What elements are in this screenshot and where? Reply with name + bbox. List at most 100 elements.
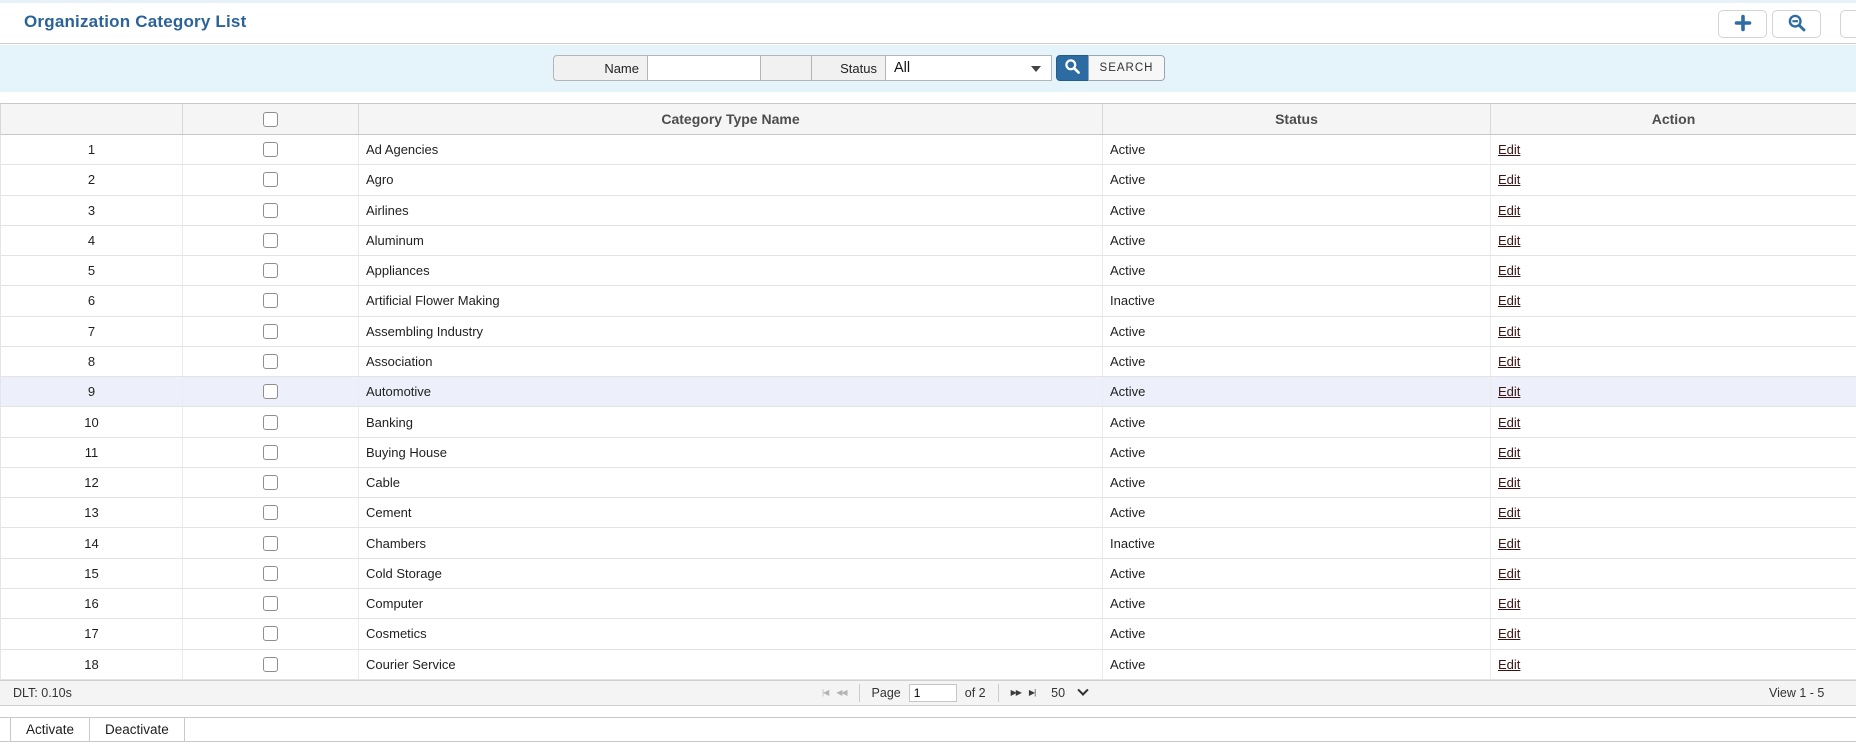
last-page-icon[interactable]: ▶| xyxy=(1029,689,1036,697)
row-checkbox[interactable] xyxy=(263,172,278,188)
edit-link[interactable]: Edit xyxy=(1498,203,1520,218)
row-number: 4 xyxy=(87,232,96,248)
rows-per-page-value: 50 xyxy=(1051,686,1066,700)
category-name: Artificial Flower Making xyxy=(366,293,500,309)
activate-button[interactable]: Activate xyxy=(10,718,91,741)
table-row[interactable]: 8 Association Active Edit xyxy=(1,346,1856,378)
row-checkbox[interactable] xyxy=(263,414,278,430)
table-row[interactable]: 4 Aluminum Active Edit xyxy=(1,225,1856,257)
edit-link[interactable]: Edit xyxy=(1498,475,1520,490)
row-checkbox[interactable] xyxy=(263,142,278,158)
row-checkbox[interactable] xyxy=(263,353,278,369)
row-number: 7 xyxy=(87,323,96,339)
row-checkbox[interactable] xyxy=(263,323,278,339)
edit-link[interactable]: Edit xyxy=(1498,384,1520,399)
edit-link[interactable]: Edit xyxy=(1498,354,1520,369)
edit-link[interactable]: Edit xyxy=(1498,172,1520,187)
page-number-input[interactable] xyxy=(908,684,957,702)
toggle-search-button[interactable] xyxy=(1772,10,1821,38)
row-number: 11 xyxy=(84,444,99,460)
next-page-icon[interactable]: ▶▶ xyxy=(1011,689,1022,697)
table-row[interactable]: 7 Assembling Industry Active Edit xyxy=(1,316,1856,347)
title-bar: Organization Category List xyxy=(0,3,1856,44)
table-row[interactable]: 18 Courier Service Active Edit xyxy=(1,649,1856,680)
row-checkbox[interactable] xyxy=(263,384,278,400)
search-form: Name Status All SEARCH xyxy=(553,55,1165,81)
category-name: Airlines xyxy=(366,202,409,218)
table-row[interactable]: 12 Cable Active Edit xyxy=(1,467,1856,499)
status-value: Active xyxy=(1110,444,1146,460)
status-value: Inactive xyxy=(1110,535,1155,551)
table-header-row: Category Type Name Status Action xyxy=(0,103,1856,135)
row-number: 18 xyxy=(84,656,99,672)
table-row[interactable]: 9 Automotive Active Edit xyxy=(1,377,1856,408)
edit-link[interactable]: Edit xyxy=(1498,596,1520,611)
table-row[interactable]: 2 Agro Active Edit xyxy=(1,165,1856,196)
edit-link[interactable]: Edit xyxy=(1498,505,1520,520)
edit-link[interactable]: Edit xyxy=(1498,263,1520,278)
row-number: 5 xyxy=(87,263,96,279)
row-checkbox[interactable] xyxy=(263,263,278,279)
row-number: 12 xyxy=(84,475,99,491)
category-name: Assembling Industry xyxy=(366,323,484,339)
edit-link[interactable]: Edit xyxy=(1498,293,1520,308)
edit-link[interactable]: Edit xyxy=(1498,415,1520,430)
name-input[interactable] xyxy=(647,55,761,81)
row-checkbox[interactable] xyxy=(263,626,278,642)
row-number: 3 xyxy=(87,202,96,218)
row-checkbox[interactable] xyxy=(263,505,278,521)
add-button[interactable] xyxy=(1718,10,1767,38)
edit-link[interactable]: Edit xyxy=(1498,626,1520,641)
first-page-icon[interactable]: |◀ xyxy=(822,689,829,697)
row-checkbox[interactable] xyxy=(263,232,278,248)
chevron-down-icon xyxy=(1077,684,1089,696)
partial-edge-button[interactable] xyxy=(1840,10,1856,38)
table-row[interactable]: 11 Buying House Active Edit xyxy=(1,437,1856,468)
status-value: Active xyxy=(1110,142,1146,158)
table-row[interactable]: 16 Computer Active Edit xyxy=(1,588,1856,620)
edit-link[interactable]: Edit xyxy=(1498,324,1520,339)
col-header-checkbox xyxy=(183,104,359,134)
table-row[interactable]: 5 Appliances Active Edit xyxy=(1,256,1856,287)
table-row[interactable]: 10 Banking Active Edit xyxy=(1,407,1856,438)
rows-per-page-select[interactable]: 50 xyxy=(1051,684,1089,700)
edit-link[interactable]: Edit xyxy=(1498,233,1520,248)
category-name: Banking xyxy=(366,414,413,430)
search-icon-button[interactable] xyxy=(1056,55,1089,81)
status-select[interactable]: All xyxy=(885,55,1052,81)
table-row[interactable]: 13 Cement Active Edit xyxy=(1,498,1856,529)
table-row[interactable]: 15 Cold Storage Active Edit xyxy=(1,558,1856,589)
row-checkbox[interactable] xyxy=(263,293,278,309)
row-checkbox[interactable] xyxy=(263,565,278,581)
edit-link[interactable]: Edit xyxy=(1498,566,1520,581)
edit-link[interactable]: Edit xyxy=(1498,536,1520,551)
row-number: 16 xyxy=(84,596,99,612)
row-checkbox[interactable] xyxy=(263,202,278,218)
status-value: Active xyxy=(1110,414,1146,430)
select-all-checkbox[interactable] xyxy=(263,111,278,127)
col-header-status: Status xyxy=(1103,104,1491,134)
edit-link[interactable]: Edit xyxy=(1498,445,1520,460)
table-row[interactable]: 14 Chambers Inactive Edit xyxy=(1,528,1856,559)
row-checkbox[interactable] xyxy=(263,475,278,491)
row-checkbox[interactable] xyxy=(263,596,278,612)
category-name: Agro xyxy=(366,172,394,188)
edit-link[interactable]: Edit xyxy=(1498,142,1520,157)
previous-page-icon[interactable]: ◀◀ xyxy=(836,689,847,697)
deactivate-button[interactable]: Deactivate xyxy=(89,718,185,741)
table-row[interactable]: 1 Ad Agencies Active Edit xyxy=(1,135,1856,166)
status-value: Active xyxy=(1110,626,1146,642)
row-number: 9 xyxy=(87,384,96,400)
status-value: Active xyxy=(1110,323,1146,339)
add-icon xyxy=(1734,14,1752,35)
row-checkbox[interactable] xyxy=(263,656,278,672)
row-checkbox[interactable] xyxy=(263,535,278,551)
table-row[interactable]: 17 Cosmetics Active Edit xyxy=(1,619,1856,650)
category-name: Computer xyxy=(366,596,424,612)
status-value: Active xyxy=(1110,505,1146,521)
table-row[interactable]: 3 Airlines Active Edit xyxy=(1,195,1856,226)
table-row[interactable]: 6 Artificial Flower Making Inactive Edit xyxy=(1,286,1856,317)
edit-link[interactable]: Edit xyxy=(1498,657,1520,672)
row-checkbox[interactable] xyxy=(263,444,278,460)
search-button[interactable]: SEARCH xyxy=(1088,55,1165,81)
